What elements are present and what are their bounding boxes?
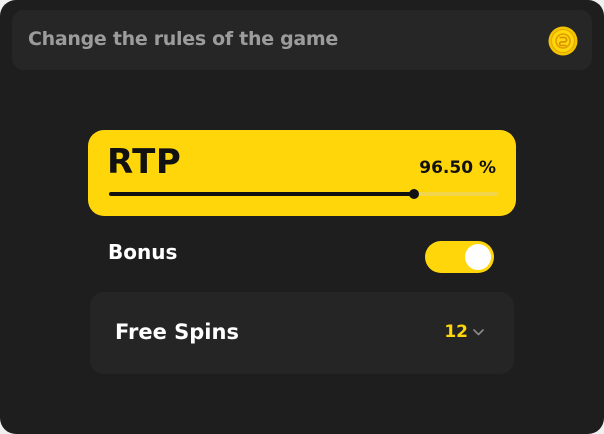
- header-bar: Change the rules of the game: [12, 10, 592, 70]
- rtp-slider-fill: [109, 192, 415, 196]
- bonus-toggle[interactable]: [425, 241, 494, 273]
- page-title: Change the rules of the game: [28, 28, 338, 50]
- rtp-card: RTP 96.50 %: [88, 130, 516, 216]
- free-spins-value[interactable]: 12: [444, 322, 468, 342]
- coin-icon[interactable]: [548, 26, 578, 56]
- free-spins-card: Free Spins 12: [90, 292, 514, 374]
- game-rules-panel: Change the rules of the game RTP 96.50 %…: [0, 0, 604, 434]
- rtp-value: 96.50 %: [419, 158, 496, 178]
- free-spins-select[interactable]: 12: [444, 322, 484, 342]
- bonus-label: Bonus: [108, 240, 178, 264]
- bonus-toggle-knob[interactable]: [465, 244, 491, 270]
- rtp-label: RTP: [107, 142, 182, 182]
- rtp-slider[interactable]: [109, 188, 498, 200]
- chevron-down-icon[interactable]: [473, 328, 484, 336]
- rtp-slider-thumb[interactable]: [409, 189, 420, 199]
- free-spins-label: Free Spins: [115, 320, 239, 344]
